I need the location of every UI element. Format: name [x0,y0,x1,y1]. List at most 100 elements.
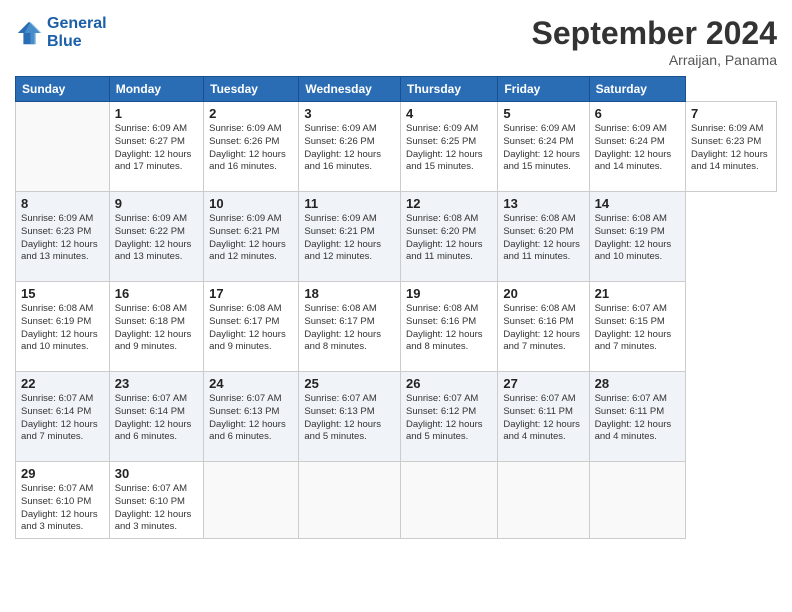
calendar-cell: 12Sunrise: 6:08 AMSunset: 6:20 PMDayligh… [400,192,497,282]
calendar-cell: 6Sunrise: 6:09 AMSunset: 6:24 PMDaylight… [589,102,685,192]
day-info: Sunrise: 6:09 AMSunset: 6:25 PMDaylight:… [406,123,492,174]
title-block: September 2024 Arraijan, Panama [532,15,777,68]
calendar-cell: 24Sunrise: 6:07 AMSunset: 6:13 PMDayligh… [204,372,299,462]
calendar-week-3: 15 Sunrise: 6:08 AMSunset: 6:19 PMDayligh… [16,282,777,372]
calendar-cell: 23Sunrise: 6:07 AMSunset: 6:14 PMDayligh… [109,372,203,462]
calendar-cell: 13Sunrise: 6:08 AMSunset: 6:20 PMDayligh… [498,192,589,282]
calendar-week-4: 22 Sunrise: 6:07 AMSunset: 6:14 PMDayligh… [16,372,777,462]
day-info: Sunrise: 6:09 AMSunset: 6:23 PMDaylight:… [691,123,771,174]
day-info: Sunrise: 6:07 AMSunset: 6:15 PMDaylight:… [595,303,680,354]
calendar-cell: 28Sunrise: 6:07 AMSunset: 6:11 PMDayligh… [589,372,685,462]
day-info: Sunrise: 6:09 AMSunset: 6:24 PMDaylight:… [503,123,583,174]
day-number: 25 [304,376,395,391]
logo-text: General Blue [47,15,107,51]
calendar-cell: 14 Sunrise: 6:08 AMSunset: 6:19 PMDayligh… [589,192,685,282]
day-info: Sunrise: 6:09 AMSunset: 6:26 PMDaylight:… [209,123,293,174]
calendar-cell: 20 Sunrise: 6:08 AMSunset: 6:16 PMDayligh… [498,282,589,372]
day-info: Sunrise: 6:07 AMSunset: 6:13 PMDaylight:… [304,393,395,444]
location: Arraijan, Panama [532,52,777,68]
calendar-cell: 27 Sunrise: 6:07 AMSunset: 6:11 PMDayligh… [498,372,589,462]
day-number: 26 [406,376,492,391]
day-number: 1 [115,106,198,121]
calendar-cell: 5 Sunrise: 6:09 AMSunset: 6:24 PMDaylight… [498,102,589,192]
day-number: 22 [21,376,104,391]
calendar-table: SundayMondayTuesdayWednesdayThursdayFrid… [15,76,777,539]
day-number: 21 [595,286,680,301]
day-number: 7 [691,106,771,121]
header: General Blue September 2024 Arraijan, Pa… [15,15,777,68]
day-info: Sunrise: 6:08 AMSunset: 6:17 PMDaylight:… [209,303,293,354]
day-info: Sunrise: 6:07 AMSunset: 6:11 PMDaylight:… [503,393,583,444]
calendar-week-5: 29 Sunrise: 6:07 AMSunset: 6:10 PMDayligh… [16,462,777,539]
day-info: Sunrise: 6:09 AMSunset: 6:22 PMDaylight:… [115,213,198,264]
calendar-cell: 10 Sunrise: 6:09 AMSunset: 6:21 PMDayligh… [204,192,299,282]
header-cell-sunday: Sunday [16,77,110,102]
calendar-cell: 8 Sunrise: 6:09 AMSunset: 6:23 PMDaylight… [16,192,110,282]
calendar-cell: 17 Sunrise: 6:08 AMSunset: 6:17 PMDayligh… [204,282,299,372]
calendar-cell: 30Sunrise: 6:07 AMSunset: 6:10 PMDayligh… [109,462,203,539]
day-number: 27 [503,376,583,391]
day-info: Sunrise: 6:09 AMSunset: 6:21 PMDaylight:… [209,213,293,264]
calendar-cell: 25 Sunrise: 6:07 AMSunset: 6:13 PMDayligh… [299,372,401,462]
logo: General Blue [15,15,107,51]
calendar-cell: 19 Sunrise: 6:08 AMSunset: 6:16 PMDayligh… [400,282,497,372]
day-number: 11 [304,196,395,211]
day-info: Sunrise: 6:09 AMSunset: 6:27 PMDaylight:… [115,123,198,174]
day-info: Sunrise: 6:08 AMSunset: 6:16 PMDaylight:… [406,303,492,354]
day-number: 8 [21,196,104,211]
calendar-cell [498,462,589,539]
calendar-week-2: 8 Sunrise: 6:09 AMSunset: 6:23 PMDaylight… [16,192,777,282]
calendar-cell: 3 Sunrise: 6:09 AMSunset: 6:26 PMDaylight… [299,102,401,192]
day-number: 3 [304,106,395,121]
calendar-cell: 15 Sunrise: 6:08 AMSunset: 6:19 PMDayligh… [16,282,110,372]
calendar-cell: 4 Sunrise: 6:09 AMSunset: 6:25 PMDaylight… [400,102,497,192]
day-info: Sunrise: 6:09 AMSunset: 6:23 PMDaylight:… [21,213,104,264]
calendar-cell: 2 Sunrise: 6:09 AMSunset: 6:26 PMDaylight… [204,102,299,192]
day-info: Sunrise: 6:08 AMSunset: 6:20 PMDaylight:… [406,213,492,264]
calendar-cell: 16Sunrise: 6:08 AMSunset: 6:18 PMDayligh… [109,282,203,372]
day-info: Sunrise: 6:08 AMSunset: 6:17 PMDaylight:… [304,303,395,354]
day-info: Sunrise: 6:07 AMSunset: 6:11 PMDaylight:… [595,393,680,444]
day-info: Sunrise: 6:09 AMSunset: 6:21 PMDaylight:… [304,213,395,264]
day-info: Sunrise: 6:08 AMSunset: 6:19 PMDaylight:… [595,213,680,264]
header-cell-monday: Monday [109,77,203,102]
calendar-cell [204,462,299,539]
day-number: 17 [209,286,293,301]
day-info: Sunrise: 6:08 AMSunset: 6:16 PMDaylight:… [503,303,583,354]
day-number: 19 [406,286,492,301]
calendar-page: General Blue September 2024 Arraijan, Pa… [0,0,792,612]
calendar-body: 1 Sunrise: 6:09 AMSunset: 6:27 PMDaylight… [16,102,777,539]
day-number: 2 [209,106,293,121]
calendar-cell: 26Sunrise: 6:07 AMSunset: 6:12 PMDayligh… [400,372,497,462]
day-info: Sunrise: 6:07 AMSunset: 6:14 PMDaylight:… [115,393,198,444]
day-number: 4 [406,106,492,121]
day-info: Sunrise: 6:07 AMSunset: 6:10 PMDaylight:… [21,483,104,534]
day-number: 6 [595,106,680,121]
calendar-cell: 7 Sunrise: 6:09 AMSunset: 6:23 PMDaylight… [686,102,777,192]
header-cell-tuesday: Tuesday [204,77,299,102]
calendar-cell [299,462,401,539]
day-number: 5 [503,106,583,121]
day-info: Sunrise: 6:08 AMSunset: 6:19 PMDaylight:… [21,303,104,354]
day-info: Sunrise: 6:07 AMSunset: 6:10 PMDaylight:… [115,483,198,534]
header-row: SundayMondayTuesdayWednesdayThursdayFrid… [16,77,777,102]
day-info: Sunrise: 6:09 AMSunset: 6:26 PMDaylight:… [304,123,395,174]
calendar-cell: 9Sunrise: 6:09 AMSunset: 6:22 PMDaylight… [109,192,203,282]
header-cell-wednesday: Wednesday [299,77,401,102]
day-number: 15 [21,286,104,301]
calendar-cell [400,462,497,539]
header-cell-saturday: Saturday [589,77,685,102]
month-title: September 2024 [532,15,777,52]
day-number: 29 [21,466,104,481]
day-info: Sunrise: 6:08 AMSunset: 6:20 PMDaylight:… [503,213,583,264]
calendar-week-1: 1 Sunrise: 6:09 AMSunset: 6:27 PMDaylight… [16,102,777,192]
calendar-cell: 29 Sunrise: 6:07 AMSunset: 6:10 PMDayligh… [16,462,110,539]
day-number: 20 [503,286,583,301]
calendar-cell: 11 Sunrise: 6:09 AMSunset: 6:21 PMDayligh… [299,192,401,282]
calendar-cell: 21 Sunrise: 6:07 AMSunset: 6:15 PMDayligh… [589,282,685,372]
day-number: 14 [595,196,680,211]
logo-icon [15,19,43,47]
day-number: 10 [209,196,293,211]
calendar-cell: 22Sunrise: 6:07 AMSunset: 6:14 PMDayligh… [16,372,110,462]
day-number: 18 [304,286,395,301]
